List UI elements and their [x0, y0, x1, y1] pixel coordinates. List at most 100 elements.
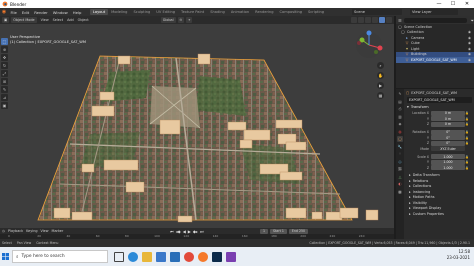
object-tab-icon[interactable]: ▢	[397, 136, 403, 142]
rotation-mode-field[interactable]: Mode XYZ Euler	[405, 146, 474, 151]
workspace-tab-scripting[interactable]: Scripting	[305, 9, 327, 15]
current-frame-field[interactable]: 1	[260, 228, 269, 234]
scene-tab-icon[interactable]: ◈	[397, 121, 403, 127]
tool-tab-icon[interactable]: ✎	[397, 91, 403, 97]
transform-section-header[interactable]: ▾ Transform	[405, 104, 474, 110]
object-mode-dropdown[interactable]: Object Mode	[11, 17, 37, 23]
visibility-eye-icon[interactable]: ◉	[468, 58, 471, 62]
workspace-tab-shading[interactable]: Shading	[207, 9, 228, 15]
minimize-button[interactable]: —	[432, 0, 446, 8]
output-tab-icon[interactable]: ⎙	[397, 106, 403, 112]
menu-file[interactable]: File	[8, 10, 19, 15]
timeline-menu-keying[interactable]: Keying	[26, 229, 37, 233]
shading-wireframe-button[interactable]	[365, 17, 371, 23]
rotation-z-field[interactable]: Z 0° 🔓	[405, 140, 474, 146]
lock-icon[interactable]: 🔓	[465, 136, 469, 140]
outliner-search-input[interactable]	[403, 17, 467, 23]
lock-icon[interactable]: 🔓	[465, 155, 469, 159]
transform-orientation-dropdown[interactable]: Global	[160, 17, 176, 23]
app-icon[interactable]	[226, 251, 236, 262]
lock-icon[interactable]: 🔓	[465, 160, 469, 164]
location-y-field[interactable]: Y0 m 🔓	[405, 116, 474, 121]
lock-icon[interactable]: 🔓	[465, 111, 469, 115]
3d-viewport[interactable]: User Perspective (1) Collection | EXPORT…	[0, 24, 394, 228]
menu-render[interactable]: Render	[32, 10, 51, 15]
field-value[interactable]: 0°	[431, 140, 465, 146]
next-keyframe-icon[interactable]: ◆▸	[193, 229, 198, 234]
transform-tool-icon[interactable]: ⊞	[1, 78, 8, 85]
rotate-tool-icon[interactable]: ↻	[1, 62, 8, 69]
navigation-gizmo[interactable]	[354, 30, 384, 60]
particles-tab-icon[interactable]: ⁘	[397, 151, 403, 157]
lock-icon[interactable]: 🔓	[465, 130, 469, 134]
outliner-row-export-google-sat[interactable]: ▽ EXPORT_GOOGLE_SAT_WM ◉	[396, 57, 474, 63]
workspace-tab-layout[interactable]: Layout	[89, 9, 109, 15]
render-tab-icon[interactable]: ▤	[397, 99, 403, 105]
cursor-tool-icon[interactable]: ⊕	[1, 46, 8, 53]
pan-hand-icon[interactable]: ✋	[377, 72, 384, 79]
xray-button[interactable]	[358, 17, 364, 23]
visibility-eye-icon[interactable]: ◉	[468, 52, 471, 56]
scene-selector[interactable]: Scene	[352, 9, 402, 15]
maximize-button[interactable]: ☐	[446, 0, 460, 8]
field-value[interactable]: 1.000	[431, 159, 465, 165]
menu-help[interactable]: Help	[70, 10, 84, 15]
scale-y-field[interactable]: Y 1.000 🔓	[405, 159, 474, 165]
rotation-y-field[interactable]: Y 0° 🔓	[405, 135, 474, 140]
workspace-tab-uv-editing[interactable]: UV Editing	[153, 9, 178, 15]
location-z-field[interactable]: Z0 m 🔓	[405, 121, 474, 127]
add-cube-tool-icon[interactable]: ▣	[1, 102, 8, 109]
view-layer-tab-icon[interactable]: ▥	[397, 114, 403, 120]
viewport-menu-view[interactable]: View	[39, 18, 51, 22]
modifier-tab-icon[interactable]: 🔧	[397, 144, 403, 150]
rotation-x-field[interactable]: Rotation X 0° 🔓	[405, 129, 474, 135]
workspace-tab-rendering[interactable]: Rendering	[252, 9, 276, 15]
subsection-custom-properties[interactable]: ▸ Custom Properties	[405, 211, 474, 217]
visibility-eye-icon[interactable]: ◉	[468, 30, 471, 34]
close-button[interactable]: ✕	[460, 0, 474, 8]
field-value[interactable]: 1.000	[431, 154, 465, 159]
rotation-mode-dropdown[interactable]: XYZ Euler	[431, 146, 465, 151]
field-value[interactable]: 0°	[431, 135, 465, 140]
outliner-editor-icon[interactable]: ☰	[398, 18, 402, 23]
workspace-tab-compositing[interactable]: Compositing	[277, 9, 306, 15]
menu-edit[interactable]: Edit	[19, 10, 31, 15]
end-frame-field[interactable]: End 250	[288, 228, 309, 234]
overlay-button[interactable]	[351, 17, 357, 23]
viewport-menu-object[interactable]: Object	[76, 18, 91, 22]
chrome-icon[interactable]	[184, 251, 194, 262]
snap-button[interactable]: ⌖	[186, 17, 193, 23]
lock-icon[interactable]: 🔓	[465, 166, 469, 170]
object-name-field[interactable]: EXPORT_GOOGLE_SAT_WM	[407, 97, 472, 103]
play-icon[interactable]: ▶	[188, 229, 191, 234]
field-value[interactable]: 1.000	[431, 165, 465, 170]
location-x-field[interactable]: Location X0 m 🔓	[405, 110, 474, 116]
workspace-tab-sculpting[interactable]: Sculpting	[130, 9, 153, 15]
field-value[interactable]: 0°	[431, 129, 465, 135]
editor-type-button[interactable]: ▣	[2, 17, 10, 23]
annotate-tool-icon[interactable]: ✎	[1, 86, 8, 93]
field-value[interactable]: 0 m	[431, 116, 465, 121]
zoom-icon[interactable]: ⌕	[377, 62, 384, 69]
system-tray[interactable]: 12:58 23-03-2021	[447, 249, 470, 261]
timeline-menu-marker[interactable]: Marker	[52, 229, 64, 233]
select-box-tool-icon[interactable]: ⬚	[1, 38, 8, 45]
constraints-tab-icon[interactable]: ⛓	[397, 166, 403, 172]
texture-tab-icon[interactable]: ▩	[397, 189, 403, 195]
shading-solid-button[interactable]	[372, 17, 378, 23]
taskbar-search-input[interactable]: ⌕ Type here to search	[12, 250, 108, 263]
blender-menu-icon[interactable]: ◉	[0, 8, 8, 16]
view-layer-selector[interactable]: View Layer	[410, 9, 458, 15]
windows-start-icon[interactable]	[0, 247, 10, 266]
move-tool-icon[interactable]: ✥	[1, 54, 8, 61]
mail-icon[interactable]	[170, 251, 180, 262]
world-tab-icon[interactable]: ◍	[397, 129, 403, 135]
viewport-menu-add[interactable]: Add	[65, 18, 76, 22]
jump-start-icon[interactable]: ⏮	[170, 229, 174, 234]
scale-z-field[interactable]: Z 1.000 🔓	[405, 165, 474, 170]
menu-window[interactable]: Window	[50, 10, 70, 15]
field-value[interactable]: 0 m	[431, 121, 465, 127]
perspective-toggle-icon[interactable]: ▦	[377, 92, 384, 99]
timeline-editor-icon[interactable]: ◷	[2, 229, 5, 233]
viewport-menu-select[interactable]: Select	[51, 18, 65, 22]
